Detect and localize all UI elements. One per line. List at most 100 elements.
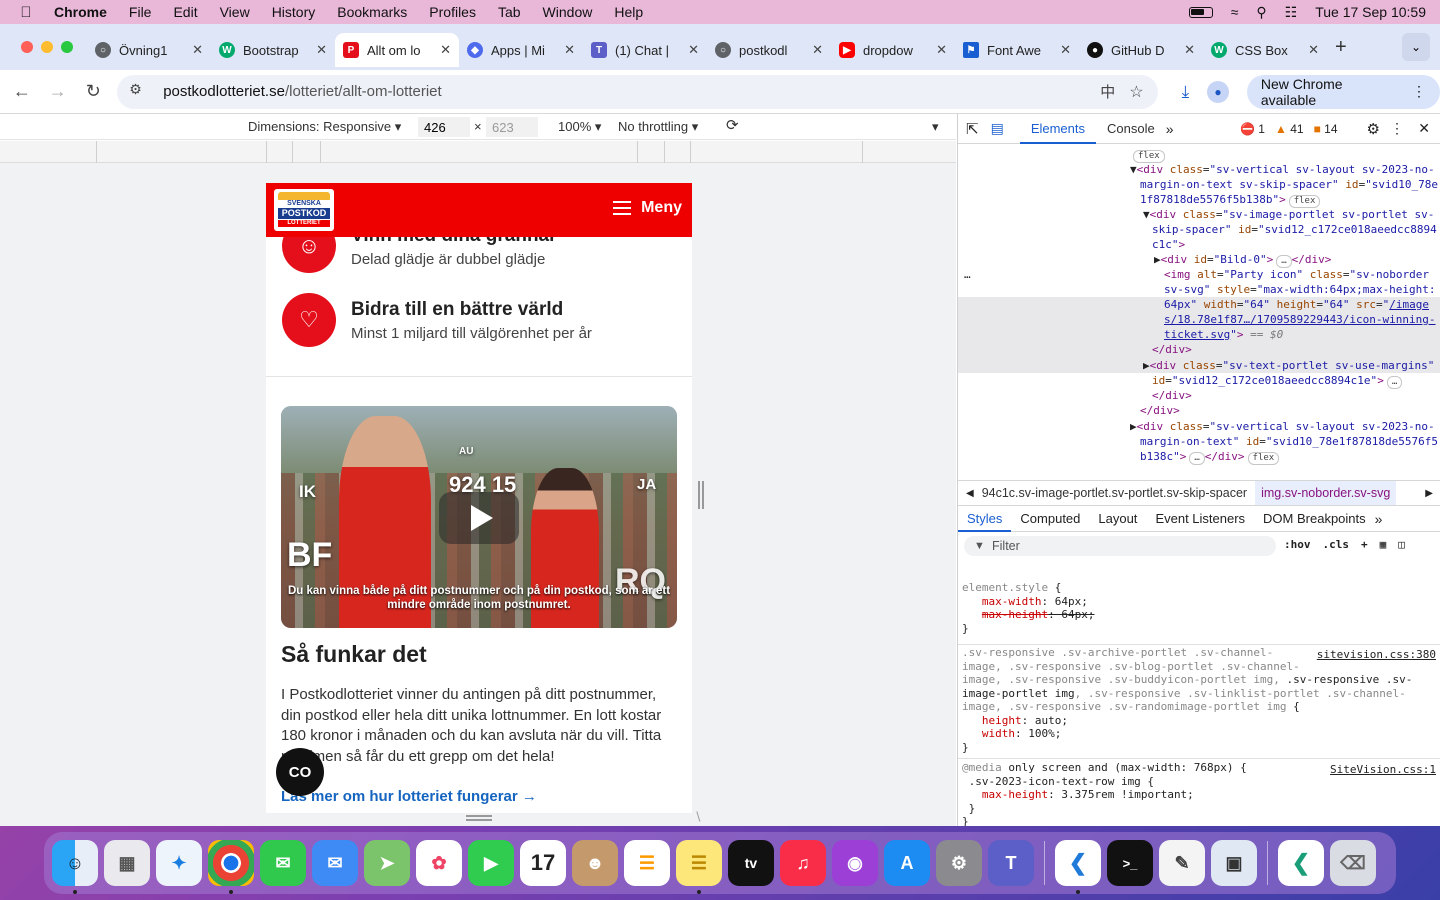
source-link[interactable]: SiteVision.css:1 — [1330, 763, 1436, 776]
back-arrow-icon[interactable]: ← — [4, 81, 40, 102]
resize-corner-icon[interactable]: ∖ — [694, 810, 702, 824]
new-tab-icon[interactable]: + — [1335, 36, 1347, 59]
menu-history[interactable]: History — [272, 4, 316, 20]
menu-help[interactable]: Help — [614, 4, 643, 20]
music-icon[interactable]: ♫ — [780, 840, 826, 886]
css-rule-element-style[interactable]: element.style { max-width: 64px; max-hei… — [962, 581, 1094, 635]
tab-dropdown[interactable]: ▶ dropdow ✕ — [831, 33, 955, 67]
crumb-right-arrow-icon[interactable]: ▶ — [1417, 488, 1440, 499]
device-toolbar-icon[interactable]: ▤ — [991, 120, 1004, 137]
close-tab-icon[interactable]: ✕ — [936, 42, 947, 58]
more-style-tabs-icon[interactable]: » — [1375, 511, 1383, 527]
apple-tv-icon[interactable]: tv — [728, 840, 774, 886]
video-player[interactable]: IK AU 924 15 JA BF RQ Du kan vinna både … — [281, 406, 677, 628]
notes-icon[interactable]: ☰ — [676, 840, 722, 894]
control-center-icon[interactable]: ☷ — [1285, 4, 1298, 21]
close-tab-icon[interactable]: ✕ — [564, 42, 575, 58]
resize-handle-bottom[interactable] — [466, 815, 492, 821]
close-tab-icon[interactable]: ✕ — [1184, 42, 1195, 58]
tab-chat[interactable]: T (1) Chat | ✕ — [583, 33, 707, 67]
menu-app-chrome[interactable]: Chrome — [54, 4, 107, 20]
throttling-dropdown[interactable]: No throttling ▾ — [618, 119, 698, 135]
download-icon[interactable]: ⤓ — [1182, 82, 1190, 102]
vscode-icon[interactable]: ❮ — [1055, 840, 1101, 894]
play-button[interactable] — [439, 492, 519, 544]
kebab-menu-icon[interactable]: ⋮ — [1390, 120, 1404, 137]
tab-styles[interactable]: Styles — [958, 506, 1012, 532]
zoom-window-button[interactable] — [61, 41, 73, 53]
forward-arrow-icon[interactable]: → — [40, 81, 76, 102]
dimensions-dropdown[interactable]: Dimensions: Responsive ▾ — [248, 119, 401, 135]
chrome-icon[interactable] — [208, 840, 254, 894]
apple-menu-icon[interactable]:  — [18, 4, 34, 21]
device-width-input[interactable] — [418, 117, 470, 137]
media-query-ruler[interactable] — [0, 141, 956, 163]
messages-icon[interactable]: ✉ — [260, 840, 306, 886]
facetime-icon[interactable]: ▶ — [468, 840, 514, 886]
tab-apps[interactable]: ◆ Apps | Mi ✕ — [459, 33, 583, 67]
new-chrome-available-button[interactable]: New Chrome available ⋮ — [1246, 74, 1440, 109]
css-rule-media-query[interactable]: @media only screen and (max-width: 768px… — [962, 761, 1247, 826]
tab-postkodl[interactable]: ○ postkodl ✕ — [707, 33, 831, 67]
translate-icon[interactable]: 中 — [1100, 81, 1115, 102]
finder-icon[interactable]: ☺ — [52, 840, 98, 894]
menu-edit[interactable]: Edit — [173, 4, 197, 20]
settings-gear-icon[interactable]: ⚙ — [1367, 120, 1380, 138]
tab-ovning1[interactable]: ○ Övning1 ✕ — [87, 33, 211, 67]
close-tab-icon[interactable]: ✕ — [316, 42, 327, 58]
hov-toggle[interactable]: :hov — [1284, 538, 1311, 551]
mail-icon[interactable]: ✉ — [312, 840, 358, 886]
rotate-icon[interactable]: ⟳ — [726, 116, 739, 134]
breadcrumb-item[interactable]: 94c1c.sv-image-portlet.sv-portlet.sv-ski… — [982, 486, 1247, 500]
preview-icon[interactable]: ▣ — [1211, 840, 1257, 886]
tab-css-box[interactable]: W CSS Box ✕ — [1203, 33, 1327, 67]
tab-event-listeners[interactable]: Event Listeners — [1146, 506, 1254, 532]
menu-button[interactable]: Meny — [613, 199, 682, 217]
address-bar[interactable]: ⚙ postkodlotteriet.se/lotteriet/allt-om-… — [117, 74, 1158, 109]
menu-file[interactable]: File — [129, 4, 152, 20]
tab-computed[interactable]: Computed — [1011, 506, 1089, 532]
breadcrumb-selected[interactable]: img.sv-noborder.sv-svg — [1255, 481, 1397, 505]
source-link[interactable]: sitevision.css:380 — [1317, 648, 1436, 661]
close-tab-icon[interactable]: ✕ — [192, 42, 203, 58]
textedit-icon[interactable]: ✎ — [1159, 840, 1205, 886]
contacts-icon[interactable]: ☻ — [572, 840, 618, 886]
read-more-link[interactable]: Läs mer om hur lotteriet fungerar → — [281, 788, 537, 805]
maps-icon[interactable]: ➤ — [364, 840, 410, 886]
css-rule-sv-responsive[interactable]: .sv-responsive .sv-archive-portlet .sv-c… — [962, 646, 1412, 754]
site-info-icon[interactable]: ⚙ — [129, 81, 151, 103]
minimize-window-button[interactable] — [41, 41, 53, 53]
tab-layout[interactable]: Layout — [1089, 506, 1146, 532]
close-tab-icon[interactable]: ✕ — [1308, 42, 1319, 58]
resize-handle-right[interactable] — [698, 481, 704, 509]
photos-icon[interactable]: ✿ — [416, 840, 462, 886]
system-settings-icon[interactable]: ⚙ — [936, 840, 982, 886]
postkodlotteriet-logo[interactable]: SVENSKA POSTKOD LOTTERIET — [274, 189, 334, 231]
chat-button[interactable]: CO — [276, 748, 324, 796]
menu-window[interactable]: Window — [543, 4, 593, 20]
spotlight-search-icon[interactable]: ⚲ — [1256, 4, 1266, 21]
teams-icon[interactable]: T — [988, 840, 1034, 886]
app-store-icon[interactable]: A — [884, 840, 930, 886]
menu-view[interactable]: View — [220, 4, 250, 20]
safari-icon[interactable]: ✦ — [156, 840, 202, 886]
menubar-clock[interactable]: Tue 17 Sep 10:59 — [1315, 4, 1426, 20]
new-rule-plus-icon[interactable]: + — [1361, 538, 1368, 551]
launchpad-icon[interactable]: ▦ — [104, 840, 150, 886]
tab-github[interactable]: ● GitHub D ✕ — [1079, 33, 1203, 67]
tab-search-chevron-icon[interactable]: ⌄ — [1402, 33, 1430, 61]
tab-allt-om-lotteriet[interactable]: P Allt om lo ✕ — [335, 33, 459, 67]
close-devtools-icon[interactable]: ✕ — [1418, 120, 1430, 137]
close-tab-icon[interactable]: ✕ — [1060, 42, 1071, 58]
tab-console[interactable]: Console — [1096, 114, 1166, 144]
calendar-icon[interactable]: 17 — [520, 840, 566, 886]
styles-filter-input[interactable]: ▼ Filter — [964, 536, 1276, 556]
device-height-input[interactable] — [486, 117, 538, 137]
profile-avatar-icon[interactable]: ● — [1207, 80, 1229, 103]
close-tab-icon[interactable]: ✕ — [812, 42, 823, 58]
close-window-button[interactable] — [21, 41, 33, 53]
close-tab-icon[interactable]: ✕ — [688, 42, 699, 58]
tab-bootstrap[interactable]: W Bootstrap ✕ — [211, 33, 335, 67]
cls-toggle[interactable]: .cls — [1323, 538, 1350, 551]
kebab-menu-icon[interactable]: ⋮ — [1412, 83, 1426, 100]
